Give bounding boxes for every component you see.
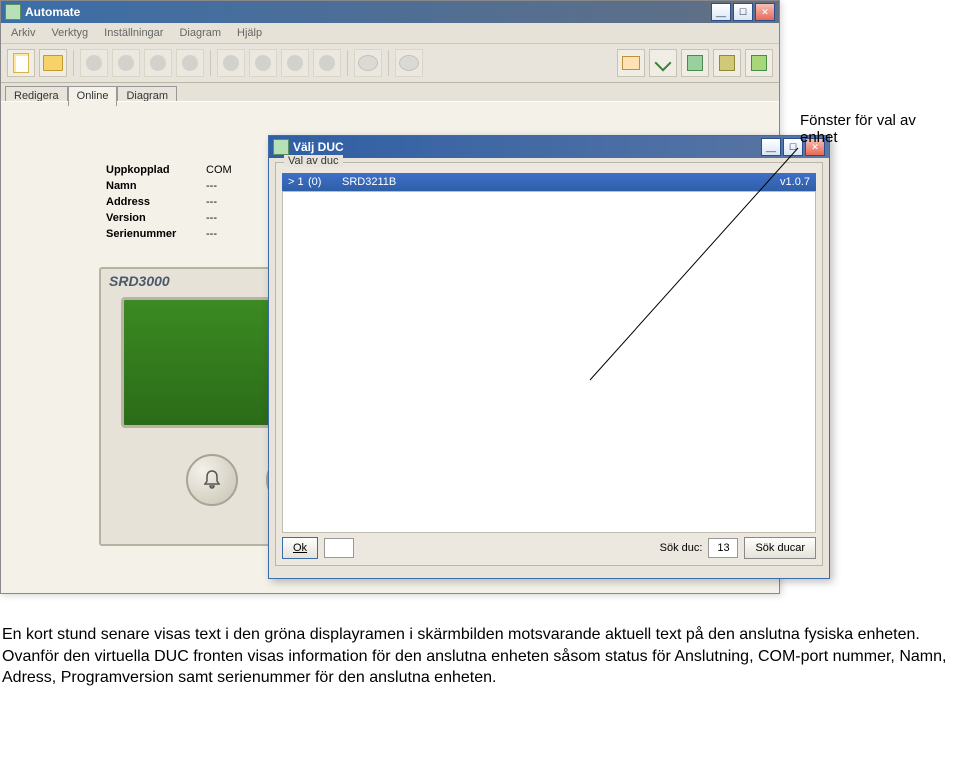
status-label-serienummer: Serienummer [106,228,206,240]
callout-text: Fönster för val av enhet [800,112,950,146]
toolbar [1,44,779,83]
status-value-serienummer: --- [206,228,276,240]
status-label-namn: Namn [106,180,206,192]
dialog-titlebar: Välj DUC __ ☐ ✕ [269,136,829,158]
menu-installningar[interactable]: Inställningar [98,25,169,41]
dialog-groupbox: Val av duc > 1 (0) SRD3211B v1.0.7 Ok Sö… [275,162,823,566]
ok-button[interactable]: Ok [282,537,318,559]
toolbar-disabled-9 [354,49,382,77]
toolbar-separator [210,50,211,76]
row-name: SRD3211B [342,176,750,188]
status-label-version: Version [106,212,206,224]
menu-arkiv[interactable]: Arkiv [5,25,41,41]
toolbar-disabled-8 [313,49,341,77]
close-button[interactable]: ✕ [755,3,775,21]
toolbar-separator [73,50,74,76]
toolbar-right-4[interactable] [713,49,741,77]
alarm-button[interactable] [186,454,238,506]
toolbar-disabled-7 [281,49,309,77]
toolbar-disabled-10 [395,49,423,77]
status-value-address: --- [206,196,276,208]
footer-field[interactable] [324,538,354,558]
menu-diagram[interactable]: Diagram [173,25,227,41]
dialog-title: Välj DUC [293,140,761,154]
toolbar-disabled-3 [144,49,172,77]
toolbar-right-3[interactable] [681,49,709,77]
toolbar-right-2[interactable] [649,49,677,77]
toolbar-right-5[interactable] [745,49,773,77]
toolbar-separator [388,50,389,76]
row-index: > 1 [288,176,308,188]
dialog-group-label: Val av duc [284,155,343,167]
maximize-button[interactable]: ☐ [733,3,753,21]
device-model-label: SRD3000 [109,273,170,289]
new-file-button[interactable] [7,49,35,77]
toolbar-disabled-1 [80,49,108,77]
app-icon [5,4,21,20]
duc-list-area[interactable] [282,191,816,533]
tab-online[interactable]: Online [68,86,118,106]
row-paren: (0) [308,176,342,188]
row-version: v1.0.7 [750,176,810,188]
toolbar-separator [347,50,348,76]
menubar: Arkiv Verktyg Inställningar Diagram Hjäl… [1,23,779,44]
app-title: Automate [25,5,711,19]
toolbar-right-1[interactable] [617,49,645,77]
bell-icon [200,468,224,492]
dialog-footer: Ok Sök duc: 13 Sök ducar [282,535,816,561]
menu-verktyg[interactable]: Verktyg [45,25,94,41]
status-value-namn: --- [206,180,276,192]
dialog-minimize-button[interactable]: __ [761,138,781,156]
open-button[interactable] [39,49,67,77]
toolbar-disabled-5 [217,49,245,77]
dialog-icon [273,139,289,155]
menu-hjalp[interactable]: Hjälp [231,25,268,41]
status-panel: UppkoppladCOM Namn--- Address--- Version… [106,162,276,242]
status-label-uppkopplad: Uppkopplad [106,164,206,176]
minimize-button[interactable]: __ [711,3,731,21]
duc-list-row[interactable]: > 1 (0) SRD3211B v1.0.7 [282,173,816,191]
status-value-version: --- [206,212,276,224]
toolbar-disabled-6 [249,49,277,77]
status-value-uppkopplad: COM [206,164,276,176]
select-duc-dialog: Välj DUC __ ☐ ✕ Val av duc > 1 (0) SRD32… [268,135,830,579]
description-paragraph: En kort stund senare visas text i den gr… [2,624,958,689]
toolbar-disabled-4 [176,49,204,77]
search-duc-label: Sök duc: [660,542,703,554]
titlebar: Automate __ ☐ ✕ [1,1,779,23]
status-label-address: Address [106,196,206,208]
toolbar-disabled-2 [112,49,140,77]
search-ducar-button[interactable]: Sök ducar [744,537,816,559]
search-duc-input[interactable]: 13 [708,538,738,558]
